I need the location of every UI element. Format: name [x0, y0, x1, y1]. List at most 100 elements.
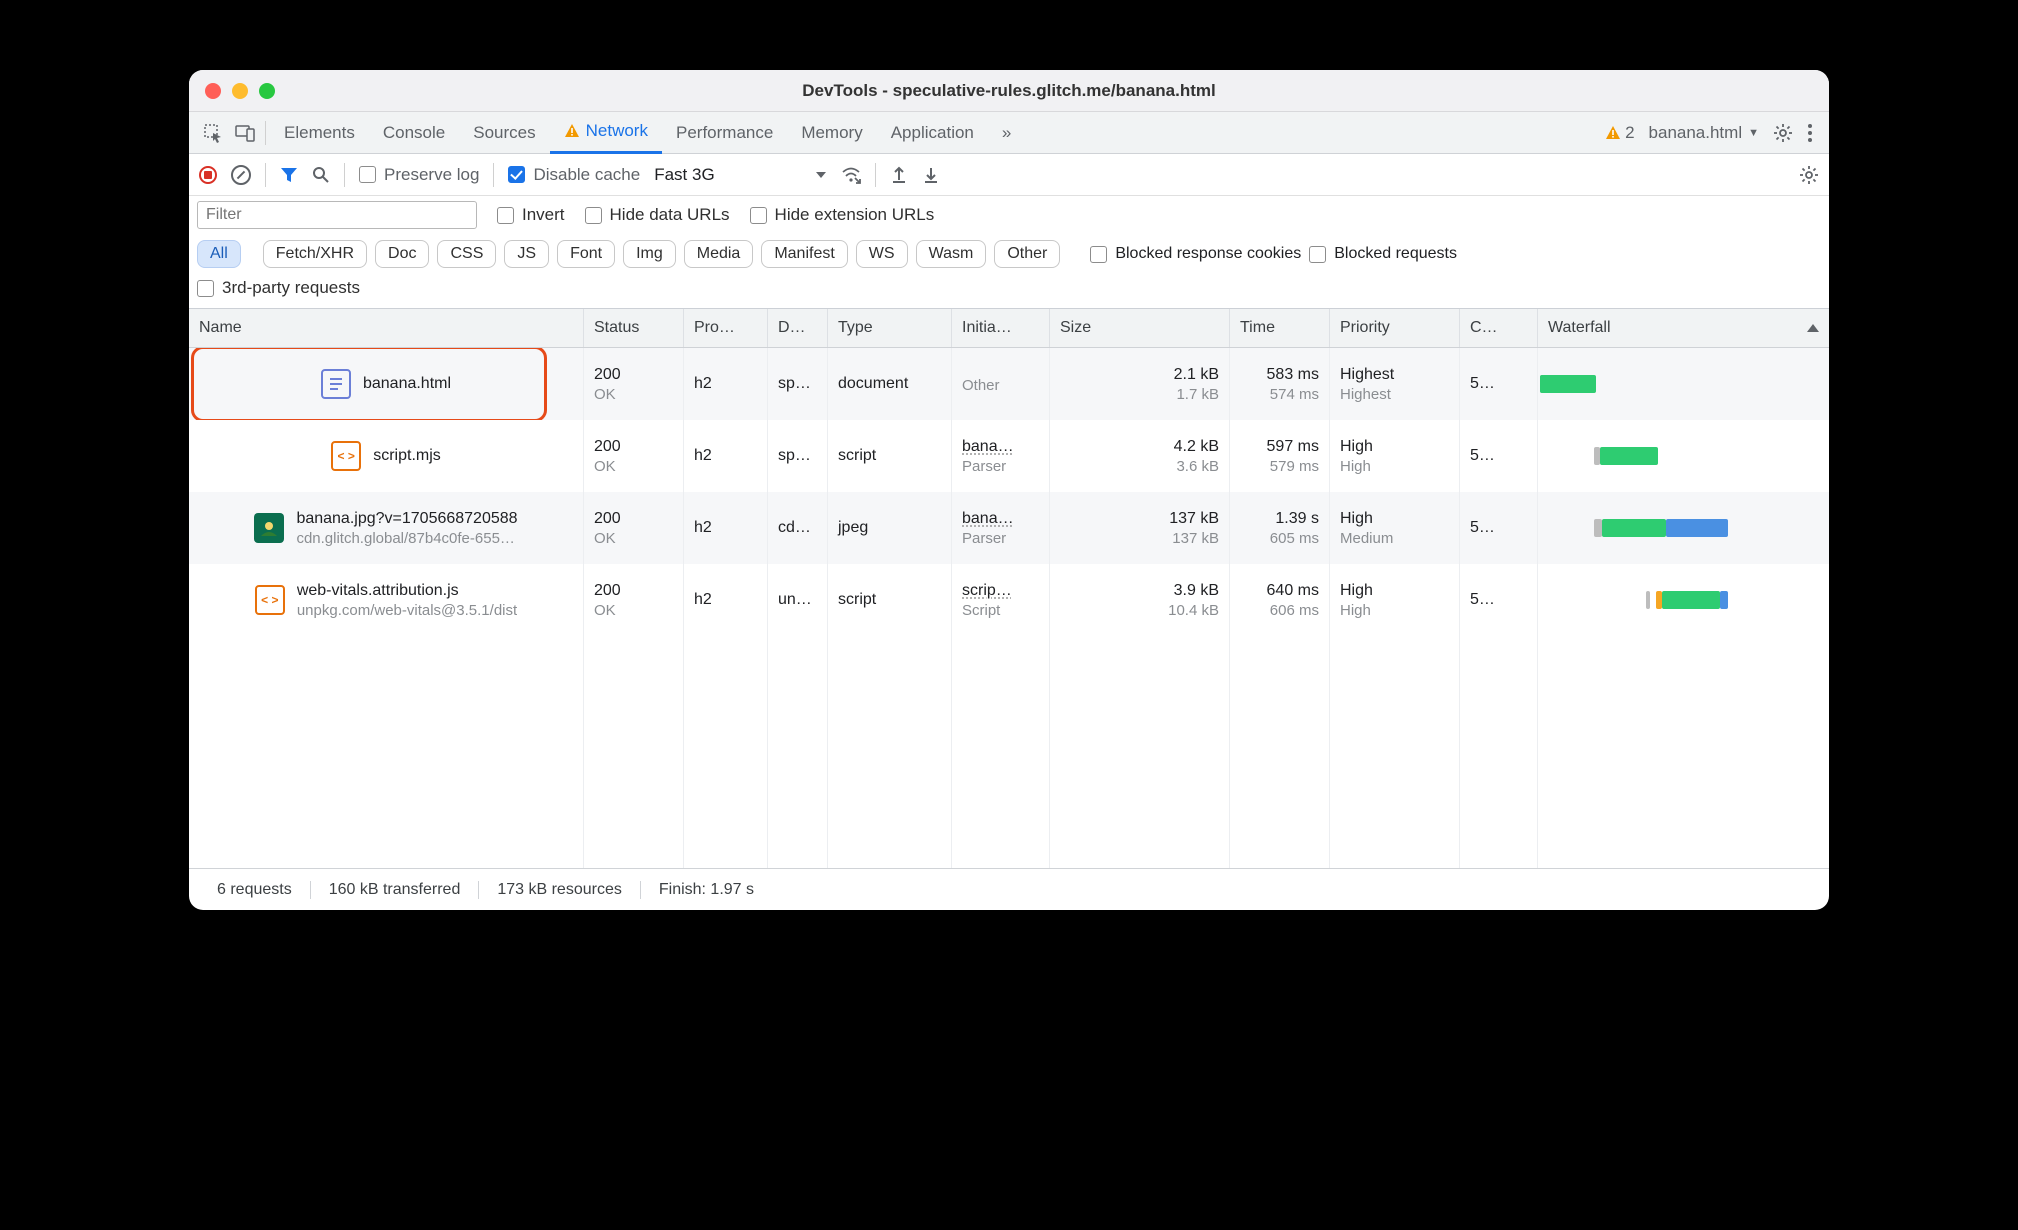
invert-checkbox[interactable]: Invert: [497, 205, 565, 225]
warning-icon: [1605, 125, 1621, 141]
resource-name: script.mjs: [373, 447, 441, 465]
resource-name: banana.jpg?v=1705668720588: [296, 510, 517, 528]
hide-data-urls-checkbox[interactable]: Hide data URLs: [585, 205, 730, 225]
script-icon: < >: [255, 585, 285, 615]
panel-tabs: Elements Console Sources Network Perform…: [189, 112, 1829, 154]
chip-img[interactable]: Img: [623, 240, 676, 268]
separator: [344, 163, 345, 187]
hide-extension-urls-checkbox[interactable]: Hide extension URLs: [750, 205, 935, 225]
chip-js[interactable]: JS: [504, 240, 549, 268]
chip-font[interactable]: Font: [557, 240, 615, 268]
tab-elements[interactable]: Elements: [270, 112, 369, 154]
chip-doc[interactable]: Doc: [375, 240, 429, 268]
separator: [493, 163, 494, 187]
col-name[interactable]: Name: [189, 309, 584, 347]
waterfall-bar: [1538, 564, 1829, 636]
issues-counter[interactable]: 2: [1605, 123, 1634, 143]
network-table-body: banana.html 200OK h2 sp… document Other …: [189, 348, 1829, 868]
preserve-log-checkbox[interactable]: Preserve log: [359, 165, 479, 185]
zoom-window-button[interactable]: [259, 83, 275, 99]
kebab-menu-icon[interactable]: [1807, 123, 1813, 143]
col-protocol[interactable]: Pro…: [684, 309, 768, 347]
device-toolbar-icon[interactable]: [229, 123, 261, 143]
network-toolbar: Preserve log Disable cache Fast 3G: [189, 154, 1829, 196]
initiator-link[interactable]: bana…: [962, 438, 1039, 456]
close-window-button[interactable]: [205, 83, 221, 99]
initiator-link[interactable]: bana…: [962, 510, 1039, 528]
warning-icon: [564, 123, 580, 139]
filter-input[interactable]: [197, 201, 477, 229]
tab-application[interactable]: Application: [877, 112, 988, 154]
inspect-element-icon[interactable]: [197, 123, 229, 143]
sort-asc-icon: [1807, 324, 1819, 332]
chip-media[interactable]: Media: [684, 240, 754, 268]
traffic-lights: [189, 83, 275, 99]
status-finish: Finish: 1.97 s: [641, 881, 772, 899]
tab-console[interactable]: Console: [369, 112, 459, 154]
filter-bar: Invert Hide data URLs Hide extension URL…: [189, 196, 1829, 234]
status-requests: 6 requests: [199, 881, 311, 899]
chip-wasm[interactable]: Wasm: [916, 240, 987, 268]
col-waterfall[interactable]: Waterfall: [1538, 309, 1829, 347]
window-title: DevTools - speculative-rules.glitch.me/b…: [189, 81, 1829, 101]
resource-origin: unpkg.com/web-vitals@3.5.1/dist: [297, 602, 517, 619]
disable-cache-checkbox[interactable]: Disable cache: [508, 165, 640, 185]
chip-all[interactable]: All: [197, 240, 241, 268]
initiator-link: Other: [962, 377, 1039, 394]
network-row[interactable]: < > web-vitals.attribution.js unpkg.com/…: [189, 564, 1829, 636]
network-row[interactable]: banana.jpg?v=1705668720588 cdn.glitch.gl…: [189, 492, 1829, 564]
tab-overflow[interactable]: »: [988, 112, 1025, 154]
record-button[interactable]: [199, 166, 217, 184]
col-size[interactable]: Size: [1050, 309, 1230, 347]
resource-origin: cdn.glitch.global/87b4c0fe-655…: [296, 530, 517, 547]
col-time[interactable]: Time: [1230, 309, 1330, 347]
col-connection[interactable]: C…: [1460, 309, 1538, 347]
status-transferred: 160 kB transferred: [311, 881, 480, 899]
import-har-icon[interactable]: [922, 166, 940, 184]
chip-css[interactable]: CSS: [437, 240, 496, 268]
document-icon: [321, 369, 351, 399]
search-icon[interactable]: [312, 166, 330, 184]
script-icon: < >: [331, 441, 361, 471]
col-initiator[interactable]: Initia…: [952, 309, 1050, 347]
tab-network[interactable]: Network: [550, 112, 662, 154]
gear-icon[interactable]: [1773, 123, 1793, 143]
tab-performance[interactable]: Performance: [662, 112, 787, 154]
network-row[interactable]: < > script.mjs 200OK h2 sp… script bana……: [189, 420, 1829, 492]
col-domain[interactable]: D…: [768, 309, 828, 347]
filter-icon[interactable]: [280, 166, 298, 184]
third-party-checkbox[interactable]: 3rd-party requests: [197, 278, 360, 298]
col-priority[interactable]: Priority: [1330, 309, 1460, 347]
blocked-requests-checkbox[interactable]: Blocked requests: [1309, 245, 1457, 263]
export-har-icon[interactable]: [890, 166, 908, 184]
chip-ws[interactable]: WS: [856, 240, 908, 268]
throttling-select[interactable]: Fast 3G: [654, 165, 826, 185]
waterfall-bar: [1538, 348, 1829, 420]
minimize-window-button[interactable]: [232, 83, 248, 99]
initiator-link[interactable]: scrip…: [962, 582, 1039, 600]
network-settings-icon[interactable]: [1799, 165, 1819, 185]
tab-memory[interactable]: Memory: [787, 112, 876, 154]
chip-manifest[interactable]: Manifest: [761, 240, 847, 268]
network-row[interactable]: banana.html 200OK h2 sp… document Other …: [189, 348, 1829, 420]
col-type[interactable]: Type: [828, 309, 952, 347]
clear-button[interactable]: [231, 165, 251, 185]
chip-other[interactable]: Other: [994, 240, 1060, 268]
status-bar: 6 requests 160 kB transferred 173 kB res…: [189, 868, 1829, 910]
resource-name: banana.html: [363, 375, 451, 393]
chip-fetch-xhr[interactable]: Fetch/XHR: [263, 240, 367, 268]
target-selector[interactable]: banana.html ▼: [1649, 123, 1759, 143]
resource-name: web-vitals.attribution.js: [297, 582, 517, 600]
devtools-window: DevTools - speculative-rules.glitch.me/b…: [189, 70, 1829, 910]
separator: [265, 121, 266, 145]
waterfall-bar: [1538, 492, 1829, 564]
network-conditions-icon[interactable]: [841, 165, 861, 185]
network-table-header: Name Status Pro… D… Type Initia… Size Ti…: [189, 309, 1829, 348]
status-resources: 173 kB resources: [479, 881, 641, 899]
type-filter-chips: All Fetch/XHR Doc CSS JS Font Img Media …: [189, 234, 1829, 278]
blocked-response-cookies-checkbox[interactable]: Blocked response cookies: [1090, 245, 1301, 263]
separator: [875, 163, 876, 187]
tab-sources[interactable]: Sources: [459, 112, 549, 154]
col-status[interactable]: Status: [584, 309, 684, 347]
waterfall-bar: [1538, 420, 1829, 492]
